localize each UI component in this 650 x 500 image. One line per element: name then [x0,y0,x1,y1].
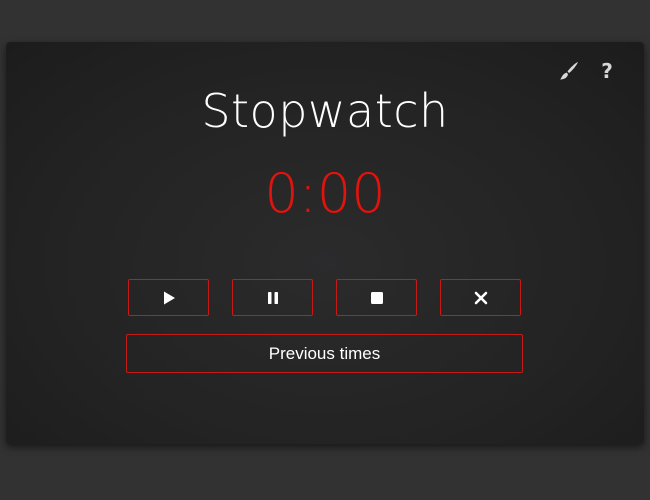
play-button[interactable] [128,279,209,316]
close-icon [474,291,487,304]
timer-display: 0:00 [264,162,386,225]
pause-icon [267,291,278,304]
stop-icon [370,291,383,304]
page-title: Stopwatch [201,84,449,138]
play-icon [163,291,175,304]
stop-button[interactable] [336,279,417,316]
previous-times-button[interactable]: Previous times [126,334,523,373]
top-icons: ? [558,60,618,82]
paintbrush-icon[interactable] [558,60,580,82]
help-icon[interactable]: ? [596,60,618,82]
pause-button[interactable] [232,279,313,316]
help-glyph: ? [601,59,613,83]
control-bar [128,279,521,316]
reset-button[interactable] [440,279,521,316]
stopwatch-card: ? Stopwatch 0:00 Previous times [6,42,644,444]
